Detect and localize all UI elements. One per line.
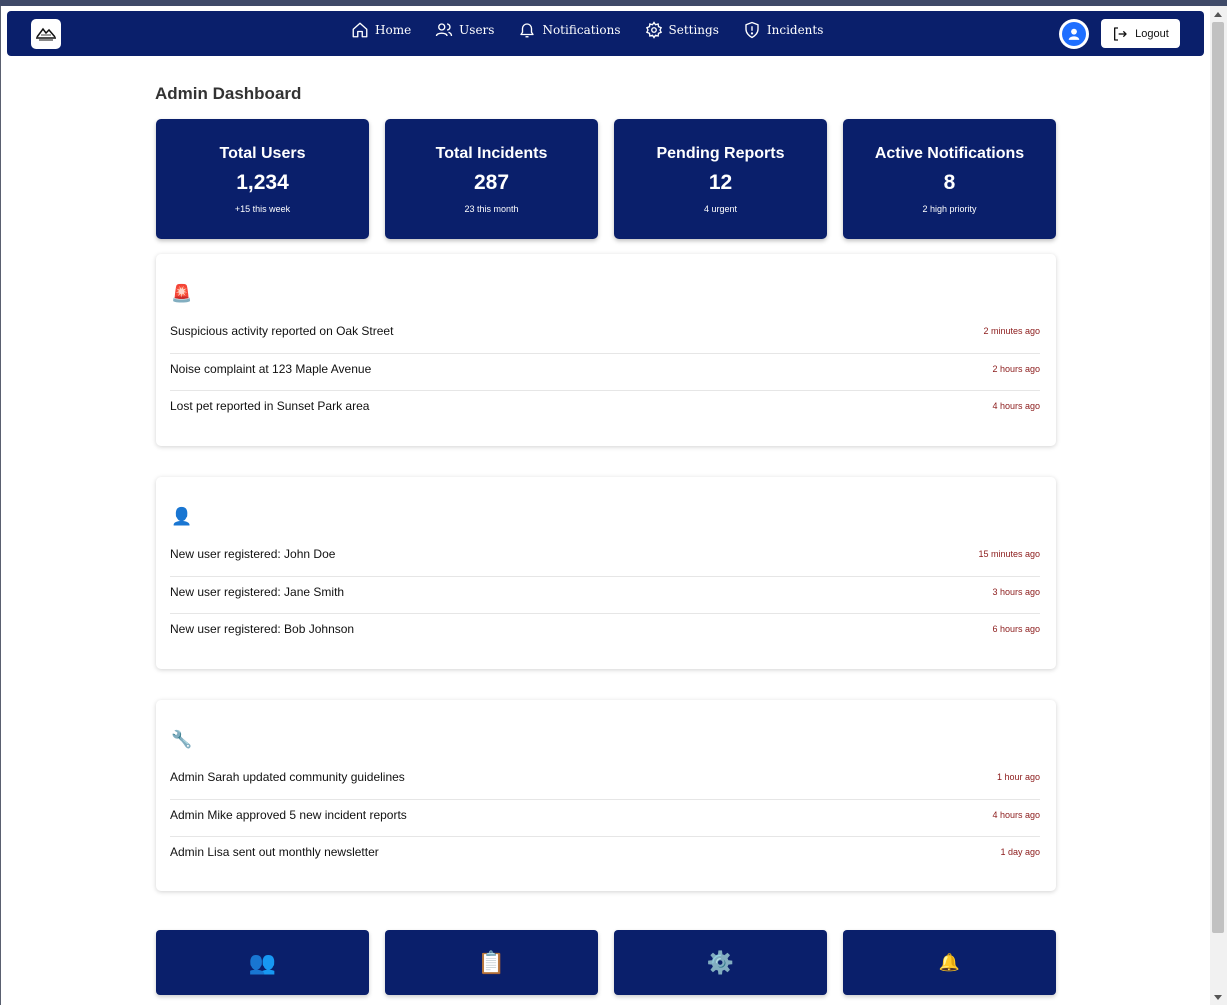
list-item-text: New user registered: Bob Johnson — [170, 622, 355, 636]
bell-icon: 🔔 — [938, 952, 961, 972]
list-item-time: 1 day ago — [1000, 847, 1040, 857]
list-item-text: Suspicious activity reported on Oak Stre… — [170, 324, 394, 338]
gear-icon — [645, 21, 662, 39]
logout-button[interactable]: Logout — [1101, 19, 1180, 48]
admin-activity-panel: 🔧 Admin Sarah updated community guidelin… — [156, 700, 1056, 891]
list-item[interactable]: Noise complaint at 123 Maple Avenue 2 ho… — [170, 354, 1040, 391]
scroll-up-arrow-icon[interactable] — [1214, 12, 1222, 17]
list-item[interactable]: New user registered: John Doe 15 minutes… — [170, 539, 1040, 577]
user-icon: 👤 — [171, 507, 193, 526]
scrollbar[interactable] — [1210, 6, 1227, 1005]
stat-value: 8 — [943, 171, 956, 194]
users-icon: 👥 — [248, 949, 277, 975]
top-navbar: Home Users Notifications Settings Incide… — [7, 11, 1204, 56]
user-avatar-icon — [1062, 22, 1086, 46]
siren-icon: 🚨 — [171, 284, 193, 303]
list-item-time: 2 hours ago — [992, 363, 1040, 374]
stat-sub: 4 urgent — [703, 204, 738, 214]
stat-sub: +15 this week — [234, 204, 291, 214]
list-item[interactable]: Admin Lisa sent out monthly newsletter 1… — [170, 837, 1040, 875]
list-item-text: Lost pet reported in Sunset Park area — [170, 399, 370, 413]
nav-links: Home Users Notifications Settings Incide… — [351, 11, 847, 49]
users-icon — [435, 23, 453, 37]
list-item-time: 1 hour ago — [996, 772, 1040, 782]
user-list: New user registered: John Doe 15 minutes… — [170, 539, 1040, 652]
nav-home-label: Home — [375, 23, 412, 37]
stats-row: Total Users 1,234 +15 this week Total In… — [156, 119, 1056, 239]
manage-users-button[interactable]: 👥 — [156, 930, 369, 995]
wrench-icon: 🔧 — [171, 730, 193, 749]
list-item-text: Admin Mike approved 5 new incident repor… — [170, 807, 407, 822]
stat-value: 1,234 — [236, 171, 289, 194]
list-item-text: Noise complaint at 123 Maple Avenue — [170, 361, 372, 376]
stat-card-total-users: Total Users 1,234 +15 this week — [156, 119, 369, 239]
shield-icon — [745, 21, 759, 39]
list-item[interactable]: Lost pet reported in Sunset Park area 4 … — [170, 391, 1040, 429]
recent-incidents-panel: 🚨 Suspicious activity reported on Oak St… — [156, 254, 1056, 446]
nav-home[interactable]: Home — [351, 21, 411, 39]
nav-settings-label: Settings — [668, 23, 719, 37]
reports-button[interactable]: 📋 — [385, 930, 598, 995]
list-item-text: New user registered: Jane Smith — [170, 584, 345, 599]
list-item-time: 6 hours ago — [992, 624, 1040, 634]
logo[interactable] — [31, 19, 61, 49]
clipboard-icon: 📋 — [477, 949, 506, 975]
stat-value: 287 — [473, 171, 510, 194]
stat-label: Active Notifications — [874, 145, 1025, 162]
list-item-time: 3 hours ago — [992, 586, 1040, 597]
scroll-thumb[interactable] — [1212, 22, 1224, 933]
nav-incidents[interactable]: Incidents — [743, 21, 824, 39]
nav-users-label: Users — [459, 23, 495, 37]
nav-notifications[interactable]: Notifications — [518, 21, 621, 39]
nav-incidents-label: Incidents — [766, 23, 824, 37]
admin-activity-list: Admin Sarah updated community guidelines… — [170, 762, 1040, 875]
bell-icon — [520, 23, 535, 38]
list-item[interactable]: New user registered: Bob Johnson 6 hours… — [170, 614, 1040, 652]
notifications-button[interactable]: 🔔 — [843, 930, 1056, 995]
list-item[interactable]: Suspicious activity reported on Oak Stre… — [170, 316, 1040, 354]
logo-icon — [36, 27, 56, 41]
logout-icon — [1114, 26, 1127, 41]
list-item-text: New user registered: John Doe — [170, 547, 336, 561]
stat-sub: 23 this month — [464, 204, 519, 214]
scroll-down-arrow-icon[interactable] — [1214, 995, 1222, 1000]
stat-label: Pending Reports — [656, 145, 785, 162]
stat-value: 12 — [708, 171, 733, 194]
list-item-time: 4 hours ago — [992, 401, 1040, 411]
browser-top-strip — [0, 0, 1227, 6]
list-item[interactable]: Admin Sarah updated community guidelines… — [170, 762, 1040, 800]
list-item-time: 2 minutes ago — [983, 326, 1040, 336]
nav-settings[interactable]: Settings — [645, 21, 719, 39]
home-icon — [352, 22, 368, 38]
nav-users[interactable]: Users — [435, 21, 494, 39]
list-item-time: 15 minutes ago — [978, 549, 1040, 559]
avatar[interactable] — [1059, 19, 1089, 49]
incident-list: Suspicious activity reported on Oak Stre… — [170, 316, 1040, 429]
recent-users-panel: 👤 New user registered: John Doe 15 minut… — [156, 477, 1056, 669]
stat-label: Total Users — [219, 145, 306, 162]
stat-sub: 2 high priority — [922, 204, 977, 214]
gear-icon: ⚙️ — [706, 949, 735, 975]
window-left-edge — [0, 6, 1, 1005]
list-item-text: Admin Lisa sent out monthly newsletter — [170, 845, 379, 859]
list-item-time: 4 hours ago — [992, 809, 1040, 820]
quick-actions-row: 👥 📋 ⚙️ 🔔 — [156, 930, 1056, 995]
stat-card-active-notifications: Active Notifications 8 2 high priority — [843, 119, 1056, 239]
stat-card-total-incidents: Total Incidents 287 23 this month — [385, 119, 598, 239]
list-item[interactable]: Admin Mike approved 5 new incident repor… — [170, 800, 1040, 837]
stat-label: Total Incidents — [435, 145, 548, 162]
nav-notifications-label: Notifications — [542, 23, 621, 37]
page-title: Admin Dashboard — [155, 84, 302, 103]
logout-label: Logout — [1135, 27, 1169, 40]
settings-button[interactable]: ⚙️ — [614, 930, 827, 995]
stat-card-pending-reports: Pending Reports 12 4 urgent — [614, 119, 827, 239]
list-item-text: Admin Sarah updated community guidelines — [170, 770, 405, 784]
list-item[interactable]: New user registered: Jane Smith 3 hours … — [170, 577, 1040, 614]
